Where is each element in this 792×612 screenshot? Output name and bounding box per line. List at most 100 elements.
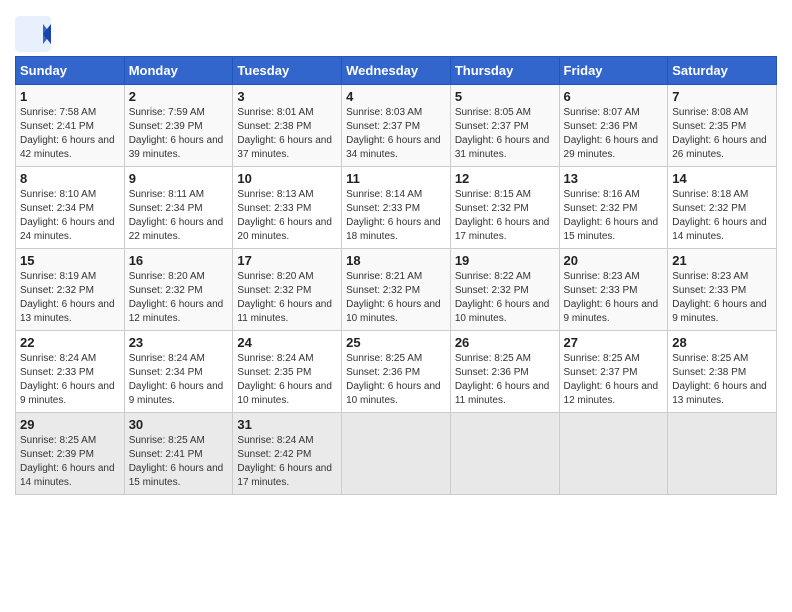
calendar-cell: 28Sunrise: 8:25 AM Sunset: 2:38 PM Dayli… <box>668 331 777 413</box>
cell-info: Sunrise: 8:05 AM Sunset: 2:37 PM Dayligh… <box>455 106 555 162</box>
cell-info: Sunrise: 8:14 AM Sunset: 2:33 PM Dayligh… <box>346 188 446 244</box>
calendar-cell <box>342 413 451 495</box>
day-number: 23 <box>129 335 229 350</box>
cell-info: Sunrise: 8:01 AM Sunset: 2:38 PM Dayligh… <box>237 106 337 162</box>
day-number: 5 <box>455 89 555 104</box>
week-row-3: 15Sunrise: 8:19 AM Sunset: 2:32 PM Dayli… <box>16 249 777 331</box>
calendar-cell <box>450 413 559 495</box>
col-header-wednesday: Wednesday <box>342 57 451 85</box>
cell-info: Sunrise: 8:07 AM Sunset: 2:36 PM Dayligh… <box>564 106 664 162</box>
cell-info: Sunrise: 8:13 AM Sunset: 2:33 PM Dayligh… <box>237 188 337 244</box>
day-number: 17 <box>237 253 337 268</box>
day-number: 19 <box>455 253 555 268</box>
day-number: 16 <box>129 253 229 268</box>
calendar-table: SundayMondayTuesdayWednesdayThursdayFrid… <box>15 56 777 495</box>
day-number: 18 <box>346 253 446 268</box>
calendar-cell: 4 Sunrise: 8:03 AM Sunset: 2:37 PM Daylig… <box>342 85 451 167</box>
day-number: 25 <box>346 335 446 350</box>
calendar-cell: 27Sunrise: 8:25 AM Sunset: 2:37 PM Dayli… <box>559 331 668 413</box>
calendar-cell: 13Sunrise: 8:16 AM Sunset: 2:32 PM Dayli… <box>559 167 668 249</box>
day-number: 13 <box>564 171 664 186</box>
day-number: 6 <box>564 89 664 104</box>
calendar-cell: 6 Sunrise: 8:07 AM Sunset: 2:36 PM Daylig… <box>559 85 668 167</box>
col-header-thursday: Thursday <box>450 57 559 85</box>
calendar-cell: 30 Sunrise: 8:25 AM Sunset: 2:41 PM Dayli… <box>124 413 233 495</box>
cell-info: Sunrise: 7:59 AM Sunset: 2:39 PM Dayligh… <box>129 106 229 162</box>
week-row-1: 1Sunrise: 7:58 AM Sunset: 2:41 PM Daylig… <box>16 85 777 167</box>
calendar-cell: 17 Sunrise: 8:20 AM Sunset: 2:32 PM Dayli… <box>233 249 342 331</box>
day-number: 11 <box>346 171 446 186</box>
calendar-cell: 20 Sunrise: 8:23 AM Sunset: 2:33 PM Dayli… <box>559 249 668 331</box>
day-number: 27 <box>564 335 664 350</box>
day-number: 2 <box>129 89 229 104</box>
cell-info: Sunrise: 8:11 AM Sunset: 2:34 PM Dayligh… <box>129 188 229 244</box>
day-number: 20 <box>564 253 664 268</box>
cell-info: Sunrise: 8:24 AM Sunset: 2:35 PM Dayligh… <box>237 352 337 408</box>
day-number: 31 <box>237 417 337 432</box>
day-number: 3 <box>237 89 337 104</box>
col-header-friday: Friday <box>559 57 668 85</box>
calendar-cell: 25 Sunrise: 8:25 AM Sunset: 2:36 PM Dayli… <box>342 331 451 413</box>
calendar-page: SundayMondayTuesdayWednesdayThursdayFrid… <box>0 0 792 510</box>
day-number: 28 <box>672 335 772 350</box>
cell-info: Sunrise: 8:25 AM Sunset: 2:36 PM Dayligh… <box>346 352 446 408</box>
day-number: 30 <box>129 417 229 432</box>
day-number: 12 <box>455 171 555 186</box>
cell-info: Sunrise: 8:22 AM Sunset: 2:32 PM Dayligh… <box>455 270 555 326</box>
logo <box>15 16 51 48</box>
calendar-cell: 8Sunrise: 8:10 AM Sunset: 2:34 PM Daylig… <box>16 167 125 249</box>
week-row-4: 22Sunrise: 8:24 AM Sunset: 2:33 PM Dayli… <box>16 331 777 413</box>
cell-info: Sunrise: 8:24 AM Sunset: 2:33 PM Dayligh… <box>20 352 120 408</box>
cell-info: Sunrise: 8:23 AM Sunset: 2:33 PM Dayligh… <box>564 270 664 326</box>
cell-info: Sunrise: 7:58 AM Sunset: 2:41 PM Dayligh… <box>20 106 120 162</box>
calendar-cell: 29 Sunrise: 8:25 AM Sunset: 2:39 PM Dayli… <box>16 413 125 495</box>
calendar-cell: 3 Sunrise: 8:01 AM Sunset: 2:38 PM Daylig… <box>233 85 342 167</box>
cell-info: Sunrise: 8:10 AM Sunset: 2:34 PM Dayligh… <box>20 188 120 244</box>
day-number: 4 <box>346 89 446 104</box>
calendar-cell: 21Sunrise: 8:23 AM Sunset: 2:33 PM Dayli… <box>668 249 777 331</box>
calendar-cell: 5 Sunrise: 8:05 AM Sunset: 2:37 PM Daylig… <box>450 85 559 167</box>
cell-info: Sunrise: 8:19 AM Sunset: 2:32 PM Dayligh… <box>20 270 120 326</box>
logo-icon <box>15 16 47 48</box>
cell-info: Sunrise: 8:08 AM Sunset: 2:35 PM Dayligh… <box>672 106 772 162</box>
col-header-tuesday: Tuesday <box>233 57 342 85</box>
week-row-2: 8Sunrise: 8:10 AM Sunset: 2:34 PM Daylig… <box>16 167 777 249</box>
day-number: 26 <box>455 335 555 350</box>
cell-info: Sunrise: 8:25 AM Sunset: 2:41 PM Dayligh… <box>129 434 229 490</box>
calendar-cell: 9 Sunrise: 8:11 AM Sunset: 2:34 PM Daylig… <box>124 167 233 249</box>
cell-info: Sunrise: 8:24 AM Sunset: 2:42 PM Dayligh… <box>237 434 337 490</box>
day-number: 14 <box>672 171 772 186</box>
calendar-cell: 7 Sunrise: 8:08 AM Sunset: 2:35 PM Daylig… <box>668 85 777 167</box>
calendar-cell: 16 Sunrise: 8:20 AM Sunset: 2:32 PM Dayli… <box>124 249 233 331</box>
cell-info: Sunrise: 8:25 AM Sunset: 2:36 PM Dayligh… <box>455 352 555 408</box>
cell-info: Sunrise: 8:25 AM Sunset: 2:39 PM Dayligh… <box>20 434 120 490</box>
calendar-cell: 15Sunrise: 8:19 AM Sunset: 2:32 PM Dayli… <box>16 249 125 331</box>
calendar-cell: 12 Sunrise: 8:15 AM Sunset: 2:32 PM Dayli… <box>450 167 559 249</box>
calendar-cell: 31 Sunrise: 8:24 AM Sunset: 2:42 PM Dayli… <box>233 413 342 495</box>
day-number: 9 <box>129 171 229 186</box>
calendar-cell: 11 Sunrise: 8:14 AM Sunset: 2:33 PM Dayli… <box>342 167 451 249</box>
calendar-cell <box>559 413 668 495</box>
day-number: 21 <box>672 253 772 268</box>
calendar-cell: 26 Sunrise: 8:25 AM Sunset: 2:36 PM Dayli… <box>450 331 559 413</box>
calendar-cell: 14 Sunrise: 8:18 AM Sunset: 2:32 PM Dayli… <box>668 167 777 249</box>
cell-info: Sunrise: 8:03 AM Sunset: 2:37 PM Dayligh… <box>346 106 446 162</box>
calendar-cell: 24 Sunrise: 8:24 AM Sunset: 2:35 PM Dayli… <box>233 331 342 413</box>
day-number: 29 <box>20 417 120 432</box>
calendar-cell: 22Sunrise: 8:24 AM Sunset: 2:33 PM Dayli… <box>16 331 125 413</box>
calendar-cell: 18Sunrise: 8:21 AM Sunset: 2:32 PM Dayli… <box>342 249 451 331</box>
cell-info: Sunrise: 8:20 AM Sunset: 2:32 PM Dayligh… <box>237 270 337 326</box>
day-number: 24 <box>237 335 337 350</box>
col-header-monday: Monday <box>124 57 233 85</box>
cell-info: Sunrise: 8:18 AM Sunset: 2:32 PM Dayligh… <box>672 188 772 244</box>
cell-info: Sunrise: 8:15 AM Sunset: 2:32 PM Dayligh… <box>455 188 555 244</box>
col-header-saturday: Saturday <box>668 57 777 85</box>
day-number: 10 <box>237 171 337 186</box>
calendar-cell: 23Sunrise: 8:24 AM Sunset: 2:34 PM Dayli… <box>124 331 233 413</box>
calendar-cell <box>668 413 777 495</box>
calendar-cell: 1Sunrise: 7:58 AM Sunset: 2:41 PM Daylig… <box>16 85 125 167</box>
day-number: 7 <box>672 89 772 104</box>
week-row-5: 29 Sunrise: 8:25 AM Sunset: 2:39 PM Dayli… <box>16 413 777 495</box>
cell-info: Sunrise: 8:20 AM Sunset: 2:32 PM Dayligh… <box>129 270 229 326</box>
calendar-cell: 19 Sunrise: 8:22 AM Sunset: 2:32 PM Dayli… <box>450 249 559 331</box>
